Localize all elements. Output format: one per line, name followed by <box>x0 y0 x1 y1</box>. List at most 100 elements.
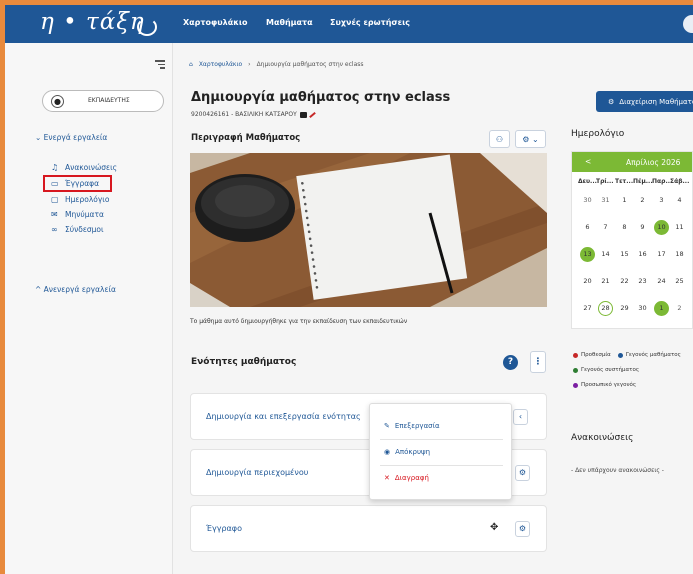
sidebar-item-announcements[interactable]: ♫ Ανακοινώσεις <box>51 161 117 173</box>
course-code-text: 9200426161 - ΒΑΣΙΛΙΚΗ ΚΑΤΣΑΡΟΥ <box>191 111 297 118</box>
calendar-weekday: Πέμ... <box>633 178 653 185</box>
calendar-day[interactable]: 2 <box>672 301 687 316</box>
breadcrumb-home[interactable]: Χαρτοφυλάκιο <box>199 61 242 68</box>
calendar-day[interactable]: 28 <box>598 301 613 316</box>
legend-system-event: Γεγονός συστήματος <box>581 367 640 373</box>
page-title: Δημιουργία μαθήματος στην eclass <box>191 90 451 105</box>
calendar-day[interactable]: 30 <box>635 301 650 316</box>
top-navbar: η • τάξη Χαρτοφυλάκιο Μαθήματα Συχνές ερ… <box>5 5 693 43</box>
course-image <box>190 153 547 307</box>
logo[interactable]: η • τάξη <box>40 9 145 35</box>
calendar-day[interactable]: 20 <box>580 274 595 289</box>
chevron-right-icon: › <box>248 61 251 68</box>
user-avatar[interactable] <box>683 15 693 33</box>
lock-icon <box>299 111 307 118</box>
breadcrumb: ⌂ Χαρτοφυλάκιο › Δημιουργία μαθήματος στ… <box>189 61 364 68</box>
menu-item-label: Διαγραφή <box>394 474 429 482</box>
sidebar-item-label: Σύνδεσμοι <box>65 224 104 234</box>
calendar-day[interactable]: 1 <box>617 193 632 208</box>
calendar-weekday: Τρί... <box>596 178 614 185</box>
active-tools-toggle[interactable]: ⌄ Ενεργά εργαλεία <box>35 133 107 142</box>
course-description: Το μάθημα αυτό δημιουργήθηκε για την εκπ… <box>190 318 408 325</box>
manage-course-label: Διαχείριση Μαθήματος <box>619 97 693 106</box>
calendar-widget: < Απρίλιος 2026 Δευ... Τρί... Τετ... Πέμ...… <box>571 151 693 329</box>
system-event-dot-icon <box>573 367 578 373</box>
calendar-day[interactable]: 30 <box>580 193 595 208</box>
deadline-dot-icon <box>573 352 578 358</box>
description-heading: Περιγραφή Μαθήματος <box>191 133 301 143</box>
collapse-menu-icon[interactable] <box>155 60 165 71</box>
calendar-day[interactable]: 8 <box>617 220 632 235</box>
calendar-day[interactable]: 10 <box>654 220 669 235</box>
settings-dropdown-button[interactable]: ⚙ ⌄ <box>515 130 546 148</box>
sidebar-item-calendar[interactable]: ▢ Ημερολόγιο <box>51 193 109 205</box>
calendar-weekday: Σάβ... <box>670 178 690 185</box>
calendar-day[interactable]: 4 <box>672 193 687 208</box>
calendar-weekday: Δευ... <box>578 178 597 185</box>
calendar-day[interactable]: 16 <box>635 247 650 262</box>
unit-actions-menu: ✎ Επεξεργασία ◉ Απόκρυψη ✕ Διαγραφή <box>369 403 512 500</box>
calendar-day[interactable]: 22 <box>617 274 632 289</box>
gear-icon: ⚙ <box>518 524 527 533</box>
sidebar <box>5 43 173 574</box>
calendar-icon: ▢ <box>51 194 59 204</box>
calendar-day[interactable]: 14 <box>598 247 613 262</box>
calendar-day[interactable]: 15 <box>617 247 632 262</box>
gear-icon: ⚙ <box>522 134 530 144</box>
prev-month-button[interactable]: < <box>585 157 591 166</box>
unit-title[interactable]: Δημιουργία περιεχομένου <box>206 468 308 477</box>
legend-deadline: Προθεσμία <box>581 352 611 358</box>
help-button[interactable]: ? <box>503 355 518 370</box>
unit-settings-button[interactable]: ⚙ <box>515 465 530 481</box>
calendar-day[interactable]: 13 <box>580 247 595 262</box>
nav-courses[interactable]: Μαθήματα <box>266 18 313 27</box>
menu-item-hide[interactable]: ◉ Απόκρυψη <box>384 448 430 456</box>
user-icon: ● <box>51 95 64 108</box>
legend-personal-event: Προσωπικό γεγονός <box>581 382 637 388</box>
calendar-day[interactable]: 6 <box>580 220 595 235</box>
course-event-dot-icon <box>617 352 623 358</box>
active-tools-label: Ενεργά εργαλεία <box>43 133 108 142</box>
calendar-day[interactable]: 9 <box>635 220 650 235</box>
calendar-day[interactable]: 23 <box>635 274 650 289</box>
move-icon[interactable]: ✥ <box>490 522 498 533</box>
calendar-day[interactable]: 18 <box>672 247 687 262</box>
users-icon: ⚇ <box>495 134 504 144</box>
eye-slash-icon: ◉ <box>384 448 391 456</box>
menu-item-label: Απόκρυψη <box>395 448 431 456</box>
unit-actions-toggle[interactable]: ‹ <box>513 409 528 425</box>
calendar-legend: Γεγονός συστήματος <box>573 367 639 373</box>
course-photo-illustration <box>190 153 547 307</box>
calendar-day[interactable]: 2 <box>635 193 650 208</box>
personal-event-dot-icon <box>573 382 578 388</box>
menu-item-edit[interactable]: ✎ Επεξεργασία <box>384 422 440 430</box>
calendar-day[interactable]: 31 <box>598 193 613 208</box>
calendar-day[interactable]: 24 <box>654 274 669 289</box>
calendar-day[interactable]: 7 <box>598 220 613 235</box>
calendar-day[interactable]: 21 <box>598 274 613 289</box>
calendar-day[interactable]: 1 <box>654 301 669 316</box>
nav-portfolio[interactable]: Χαρτοφυλάκιο <box>183 18 248 27</box>
sidebar-item-links[interactable]: ∞ Σύνδεσμοι <box>51 223 104 235</box>
calendar-day[interactable]: 17 <box>654 247 669 262</box>
inactive-tools-label: Ανενεργά εργαλεία <box>43 285 116 294</box>
announcements-empty: - Δεν υπάρχουν ανακοινώσεις - <box>571 467 664 474</box>
unit-title[interactable]: Έγγραφο <box>206 524 242 533</box>
sidebar-item-messages[interactable]: ✉ Μηνύματα <box>51 208 104 220</box>
calendar-day[interactable]: 3 <box>654 193 669 208</box>
menu-item-delete[interactable]: ✕ Διαγραφή <box>384 474 429 482</box>
chevron-down-icon: ⌄ <box>532 134 539 144</box>
manage-course-button[interactable]: ⚙ Διαχείριση Μαθήματος <box>596 91 693 112</box>
calendar-day[interactable]: 11 <box>672 220 687 235</box>
calendar-day[interactable]: 27 <box>580 301 595 316</box>
users-button[interactable]: ⚇ <box>489 130 510 148</box>
calendar-day[interactable]: 29 <box>617 301 632 316</box>
nav-faq[interactable]: Συχνές ερωτήσεις <box>330 18 410 27</box>
unit-settings-button[interactable]: ⚙ <box>515 521 530 537</box>
unit-title[interactable]: Δημιουργία και επεξεργασία ενότητας <box>206 412 361 421</box>
units-more-button[interactable]: ⋮ <box>530 351 546 373</box>
calendar-day[interactable]: 25 <box>672 274 687 289</box>
unit-card: Έγγραφο ✥ ⚙ <box>190 505 547 552</box>
legend-course-event: Γεγονός μαθήματος <box>625 352 681 358</box>
inactive-tools-toggle[interactable]: ^ Ανενεργά εργαλεία <box>35 285 116 294</box>
